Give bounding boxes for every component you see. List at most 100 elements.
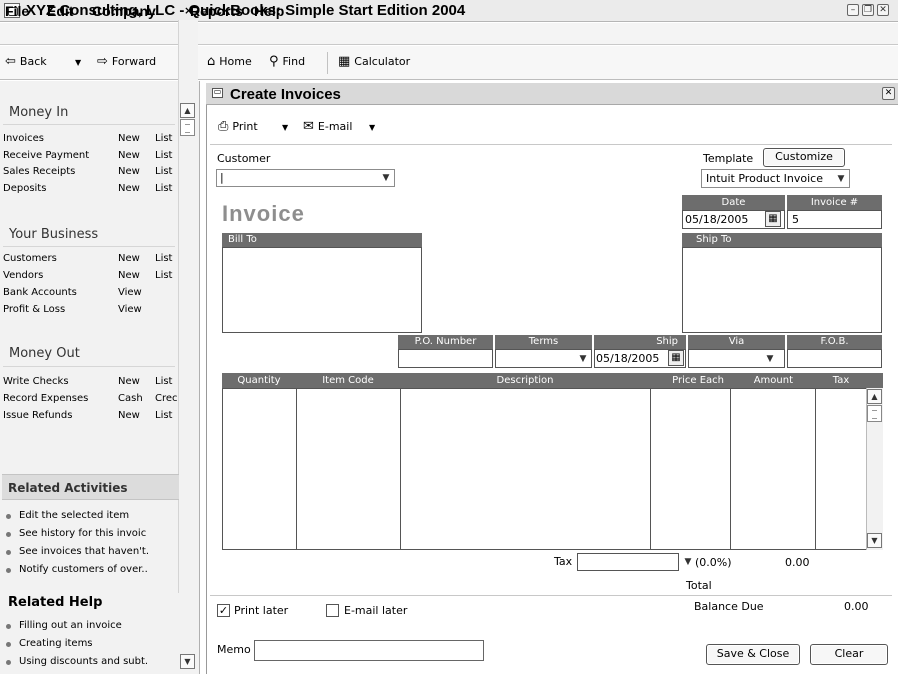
customer-dropdown[interactable]: | ▼ [216, 169, 395, 187]
terms-dropdown[interactable]: ▼ [495, 349, 592, 368]
nav-link-customers[interactable]: Customers [3, 253, 57, 264]
nav-link-record-expenses[interactable]: Record Expenses [3, 393, 88, 404]
menu-help[interactable]: Help [254, 3, 284, 19]
related-activity-item[interactable]: See history for this invoic [6, 527, 178, 543]
scroll-thumb[interactable] [867, 405, 882, 422]
grid-divider [400, 388, 401, 550]
scroll-up-icon[interactable]: ▲ [867, 389, 882, 404]
window-close-icon[interactable]: ✕ [882, 87, 895, 100]
nav-invoices-new[interactable]: New [118, 133, 140, 144]
template-dropdown[interactable]: Intuit Product Invoice ▼ [701, 169, 850, 188]
forward-arrow-icon: ⇨ [97, 54, 108, 69]
nav-row-sales-receipts: Sales Receipts New List [3, 165, 179, 181]
home-button[interactable]: ⌂ Home [207, 55, 252, 68]
nav-sales-receipts-list[interactable]: List [155, 166, 172, 177]
scroll-down-icon[interactable]: ▼ [867, 533, 882, 548]
nav-write-checks-new[interactable]: New [118, 376, 140, 387]
line-items-grid[interactable] [222, 388, 883, 550]
calendar-icon[interactable]: ▦ [765, 211, 781, 227]
print-later-checkbox[interactable]: ✓ [217, 604, 230, 617]
forward-button[interactable]: ⇨ Forward [97, 55, 156, 68]
total-label: Total [686, 579, 712, 592]
save-close-button[interactable]: Save & Close [706, 644, 800, 665]
nav-link-bank-accounts[interactable]: Bank Accounts [3, 287, 77, 298]
chevron-down-icon: ▼ [837, 173, 845, 184]
window-caption: Create Invoices [230, 86, 341, 103]
menu-file[interactable]: File [5, 3, 29, 19]
minimize-icon[interactable]: – [847, 4, 859, 16]
nav-link-deposits[interactable]: Deposits [3, 183, 46, 194]
bullet-icon [6, 532, 11, 537]
restore-icon[interactable]: ❐ [862, 4, 874, 16]
email-later-checkbox[interactable] [326, 604, 339, 617]
nav-receive-payment-list[interactable]: List [155, 150, 172, 161]
calendar-icon[interactable]: ▦ [668, 350, 684, 366]
nav-vendors-list[interactable]: List [155, 270, 172, 281]
clear-button[interactable]: Clear [810, 644, 888, 665]
nav-link-receive-payment[interactable]: Receive Payment [3, 150, 89, 161]
nav-write-checks-list[interactable]: List [155, 376, 172, 387]
nav-row-bank-accounts: Bank Accounts View [3, 286, 179, 302]
memo-input[interactable] [254, 640, 484, 661]
close-icon[interactable]: ✕ [877, 4, 889, 16]
navigator-close-icon[interactable]: × [184, 4, 193, 17]
nav-vendors-new[interactable]: New [118, 270, 140, 281]
magnifier-icon: ⚲ [269, 54, 279, 69]
bullet-icon [6, 660, 11, 665]
print-button[interactable]: ⎙ Print [218, 120, 258, 133]
nav-link-invoices[interactable]: Invoices [3, 133, 44, 144]
nav-profit-loss-view[interactable]: View [118, 304, 142, 315]
ship-to-field[interactable] [682, 247, 882, 333]
nav-row-record-expenses: Record Expenses Cash Crec [3, 392, 179, 408]
grid-divider [296, 388, 297, 550]
calculator-button[interactable]: ▦ Calculator [338, 55, 410, 68]
nav-link-profit-loss[interactable]: Profit & Loss [3, 304, 65, 315]
nav-issue-refunds-new[interactable]: New [118, 410, 140, 421]
nav-link-issue-refunds[interactable]: Issue Refunds [3, 410, 72, 421]
your-business-title: Your Business [9, 227, 99, 242]
nav-invoices-list[interactable]: List [155, 133, 172, 144]
nav-bank-accounts-view[interactable]: View [118, 287, 142, 298]
nav-link-sales-receipts[interactable]: Sales Receipts [3, 166, 75, 177]
back-dropdown-icon[interactable]: ▼ [75, 58, 81, 67]
scroll-thumb[interactable] [180, 119, 195, 136]
menu-company[interactable]: Company [92, 3, 156, 19]
find-button[interactable]: ⚲ Find [269, 55, 305, 68]
related-activity-item[interactable]: Edit the selected item [6, 509, 178, 525]
related-activity-item[interactable]: Notify customers of over.. [6, 563, 178, 579]
customize-button[interactable]: Customize [763, 148, 845, 167]
print-dropdown-icon[interactable]: ▼ [282, 123, 288, 132]
nav-record-expenses-cash[interactable]: Cash [118, 393, 143, 404]
via-dropdown[interactable]: ▼ [688, 349, 785, 368]
window-menu-icon[interactable]: ▭ [212, 88, 223, 98]
related-help-item[interactable]: Using discounts and subt. [6, 655, 178, 671]
nav-customers-list[interactable]: List [155, 253, 172, 264]
invoice-number-field[interactable]: 5 [787, 210, 882, 229]
balance-due-label: Balance Due [694, 600, 764, 613]
related-activity-item[interactable]: See invoices that haven't. [6, 545, 178, 561]
nav-link-write-checks[interactable]: Write Checks [3, 376, 69, 387]
nav-deposits-list[interactable]: List [155, 183, 172, 194]
related-help-item[interactable]: Filling out an invoice [6, 619, 178, 635]
po-number-field[interactable] [398, 349, 493, 368]
related-help-item[interactable]: Creating items [6, 637, 178, 653]
nav-deposits-new[interactable]: New [118, 183, 140, 194]
scroll-down-icon[interactable]: ▼ [180, 654, 195, 669]
home-icon: ⌂ [207, 54, 216, 69]
nav-sales-receipts-new[interactable]: New [118, 166, 140, 177]
menu-edit[interactable]: Edit [47, 3, 73, 19]
scroll-up-icon[interactable]: ▲ [180, 103, 195, 118]
nav-customers-new[interactable]: New [118, 253, 140, 264]
fob-field[interactable] [787, 349, 882, 368]
grid-divider [650, 388, 651, 550]
nav-record-expenses-credit[interactable]: Crec [155, 393, 178, 404]
back-button[interactable]: ⇦ Back [5, 55, 47, 68]
email-dropdown-icon[interactable]: ▼ [369, 123, 375, 132]
tax-dropdown[interactable]: ▼ [577, 553, 691, 571]
nav-receive-payment-new[interactable]: New [118, 150, 140, 161]
nav-issue-refunds-list[interactable]: List [155, 410, 172, 421]
bill-to-field[interactable] [222, 247, 422, 333]
menu-reports[interactable]: Reports [190, 3, 243, 19]
email-button[interactable]: ✉ E-mail [303, 120, 352, 133]
nav-link-vendors[interactable]: Vendors [3, 270, 43, 281]
